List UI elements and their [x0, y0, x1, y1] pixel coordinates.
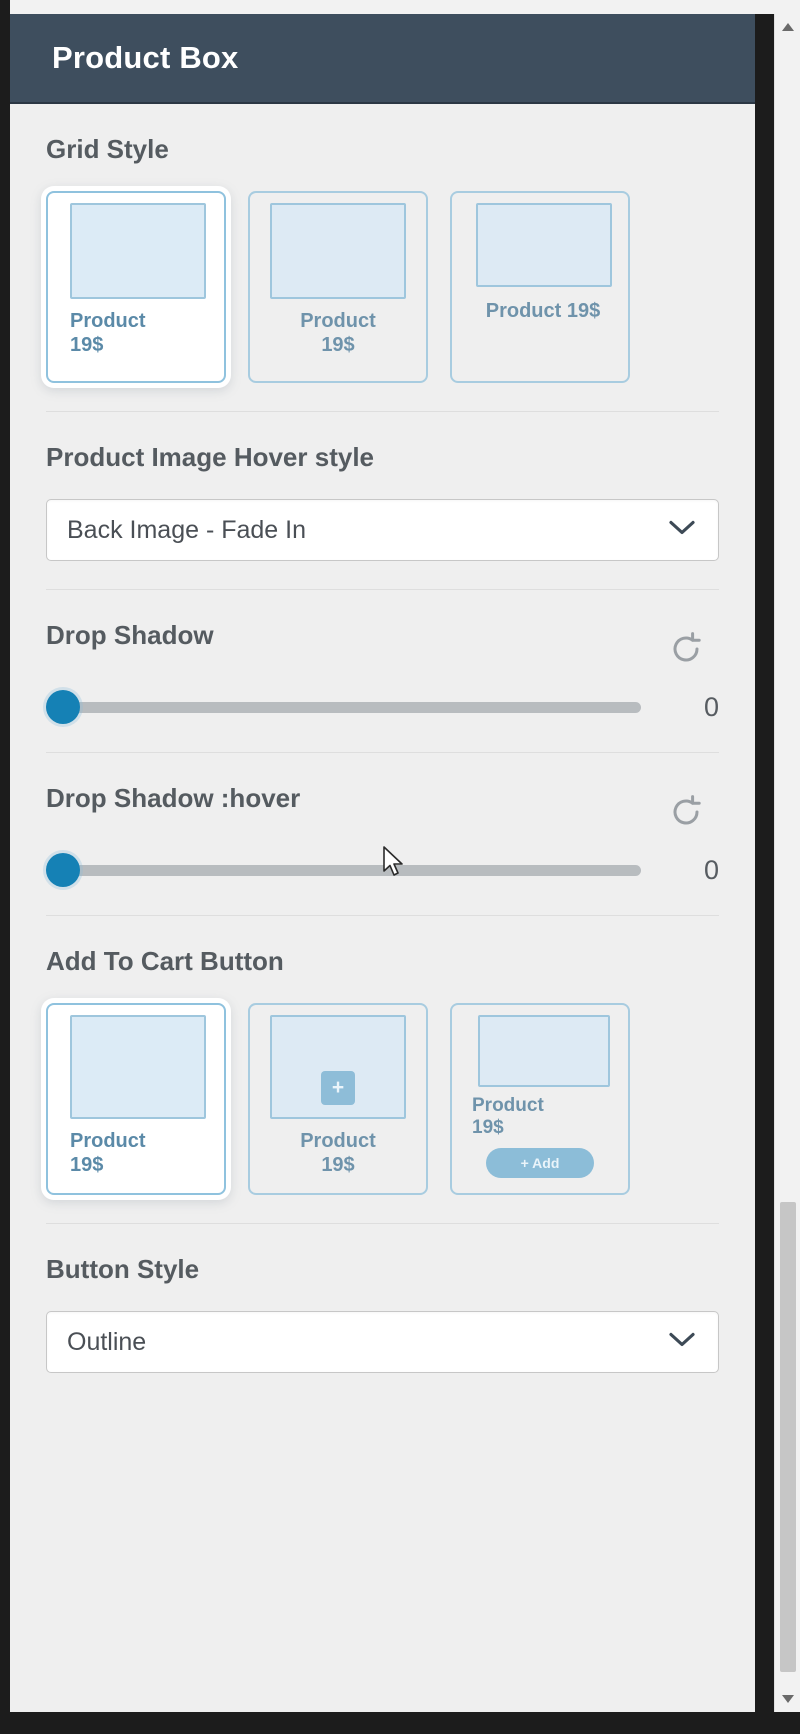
thumbnail-image-placeholder	[70, 1015, 206, 1119]
add-to-cart-option-1[interactable]: Product 19$	[46, 1003, 226, 1195]
slider-handle[interactable]	[46, 853, 80, 887]
button-style-select[interactable]: Outline	[46, 1311, 719, 1373]
drop-shadow-hover-slider[interactable]	[46, 853, 641, 887]
plus-badge-icon: +	[321, 1071, 355, 1105]
hover-style-select-wrap: Back Image - Fade In	[46, 499, 719, 561]
control-drop-shadow: Drop Shadow 0	[46, 589, 719, 752]
reset-icon[interactable]	[669, 795, 703, 829]
grid-style-option-3[interactable]: Product 19$	[450, 191, 630, 383]
thumbnail-price: 19$	[70, 1154, 104, 1177]
hover-style-label: Product Image Hover style	[46, 442, 374, 472]
thumbnail-image-placeholder	[270, 203, 406, 299]
drop-shadow-slider[interactable]	[46, 690, 641, 724]
add-to-cart-label: Add To Cart Button	[46, 946, 284, 976]
grid-style-option-2[interactable]: Product 19$	[248, 191, 428, 383]
panel-body: Grid Style Product 19$ Product 19$ Produ…	[10, 104, 755, 1401]
thumbnail-caption: Product 19$	[70, 1129, 214, 1178]
window-chrome-top	[0, 0, 800, 14]
drop-shadow-head: Drop Shadow	[46, 620, 719, 666]
grid-style-option-1[interactable]: Product 19$	[46, 191, 226, 383]
add-to-cart-choices: Product 19$ + Product 19$ Product 19$ + …	[46, 1003, 719, 1195]
vertical-scrollbar[interactable]	[774, 14, 800, 1712]
thumbnail-product-label: Product	[472, 1095, 544, 1116]
control-drop-shadow-hover: Drop Shadow :hover 0	[46, 752, 719, 915]
thumbnail-product-label: Product	[300, 1130, 376, 1152]
thumbnail-product-label: Product	[70, 310, 146, 332]
thumbnail-caption: Product 19$	[468, 299, 618, 323]
thumbnail-caption: Product 19$	[260, 1129, 416, 1178]
thumbnail-caption: Product 19$	[472, 1095, 618, 1140]
button-style-label: Button Style	[46, 1254, 200, 1284]
thumbnail-caption: Product 19$	[70, 309, 214, 358]
hover-style-selected-value: Back Image - Fade In	[67, 515, 307, 544]
add-to-cart-option-2[interactable]: + Product 19$	[248, 1003, 428, 1195]
grid-style-label: Grid Style	[46, 134, 169, 164]
caret-down-icon[interactable]	[775, 1686, 800, 1712]
drop-shadow-hover-label: Drop Shadow :hover	[46, 783, 301, 813]
thumbnail-product-label: Product	[485, 300, 562, 322]
drop-shadow-hover-value: 0	[703, 854, 719, 885]
window-chrome-left	[0, 0, 10, 1734]
thumbnail-price: 19$	[70, 334, 104, 357]
screen-root: Product Box Grid Style Product 19$ Produ…	[0, 0, 800, 1734]
add-to-cart-option-3[interactable]: Product 19$ + Add	[450, 1003, 630, 1195]
button-style-selected-value: Outline	[67, 1327, 147, 1356]
window-chrome-bottom	[0, 1712, 800, 1734]
drop-shadow-slider-row: 0	[46, 690, 719, 724]
slider-handle[interactable]	[46, 690, 80, 724]
thumbnail-image-placeholder	[478, 1015, 610, 1087]
thumbnail-price: 19$	[321, 334, 355, 357]
grid-style-choices: Product 19$ Product 19$ Product 19$	[46, 191, 719, 383]
thumbnail-image-placeholder	[476, 203, 612, 287]
drop-shadow-hover-head: Drop Shadow :hover	[46, 783, 719, 829]
panel-header: Product Box	[10, 14, 755, 104]
thumbnail-price: 19$	[321, 1154, 355, 1177]
thumbnail-product-label: Product	[300, 310, 376, 332]
control-grid-style: Grid Style Product 19$ Product 19$ Produ…	[46, 104, 719, 411]
drop-shadow-hover-slider-row: 0	[46, 853, 719, 887]
drop-shadow-value: 0	[703, 691, 719, 722]
slider-track	[46, 864, 641, 876]
add-to-cart-pill: + Add	[486, 1147, 594, 1178]
thumbnail-image-placeholder	[70, 203, 206, 299]
reset-icon[interactable]	[669, 632, 703, 666]
control-product-image-hover-style: Product Image Hover style Back Image - F…	[46, 411, 719, 589]
scrollbar-thumb[interactable]	[780, 1202, 796, 1672]
page-title: Product Box	[52, 40, 239, 75]
thumbnail-price: 19$	[472, 1117, 504, 1139]
slider-track	[46, 701, 641, 713]
control-add-to-cart-button: Add To Cart Button Product 19$ + Product…	[46, 915, 719, 1223]
thumbnail-product-label: Product	[70, 1130, 146, 1152]
caret-up-icon[interactable]	[775, 14, 800, 40]
drop-shadow-label: Drop Shadow	[46, 620, 214, 650]
hover-style-select[interactable]: Back Image - Fade In	[46, 499, 719, 561]
control-button-style: Button Style Outline	[46, 1223, 719, 1401]
product-box-settings-panel: Product Box Grid Style Product 19$ Produ…	[10, 14, 755, 1712]
thumbnail-price: 19$	[566, 300, 601, 322]
button-style-select-wrap: Outline	[46, 1311, 719, 1373]
thumbnail-caption: Product 19$	[260, 309, 416, 358]
